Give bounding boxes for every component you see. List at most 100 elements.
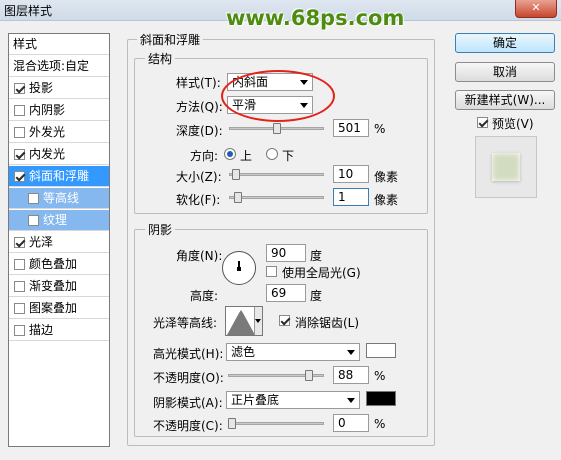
angle-unit: 度 [310,249,323,263]
close-button[interactable]: ✕ [515,0,557,18]
soften-slider-track[interactable] [229,196,324,199]
style-list-item[interactable]: 外发光 [9,122,109,143]
altitude-input[interactable]: 69 [266,284,306,302]
style-list-checkbox[interactable] [14,281,25,292]
cancel-button[interactable]: 取消 [455,62,555,82]
style-list-checkbox[interactable] [14,149,25,160]
chevron-down-icon [347,350,355,355]
shadow-color-swatch[interactable] [366,391,396,406]
style-list-item[interactable]: 纹理 [9,210,109,231]
style-list-checkbox[interactable] [14,171,25,182]
global-light-label: 使用全局光(G) [282,266,361,280]
style-list-label: 斜面和浮雕 [29,169,90,183]
style-list-checkbox[interactable] [14,325,25,336]
style-list-checkbox[interactable] [28,193,39,204]
highlight-opacity-unit: % [374,369,386,383]
soften-input[interactable]: 1 [333,188,369,206]
style-list-item[interactable]: 投影 [9,78,109,99]
soften-unit: 像素 [374,193,399,207]
soften-slider-thumb[interactable] [234,192,243,203]
style-list-item[interactable]: 渐变叠加 [9,276,109,297]
size-slider-thumb[interactable] [232,169,241,180]
style-list-header: 样式 [9,34,109,55]
style-list-item[interactable]: 混合选项:自定 [9,56,109,77]
style-list-checkbox[interactable] [14,237,25,248]
size-input[interactable]: 10 [333,165,369,183]
style-list-label: 内发光 [29,147,66,161]
style-list-label: 混合选项:自定 [13,59,90,73]
style-list-checkbox[interactable] [14,303,25,314]
highlight-annotation-ellipse [221,70,335,122]
new-style-button[interactable]: 新建样式(W)... [455,90,555,110]
angle-dial[interactable] [222,251,256,285]
shading-title: 阴影 [145,221,176,238]
shadow-opacity-track[interactable] [228,422,324,425]
highlight-opacity-thumb[interactable] [305,370,314,381]
window-title: 图层样式 [4,4,53,18]
style-list-label: 等高线 [43,191,80,205]
ok-button[interactable]: 确定 [455,33,555,53]
shadow-opacity-unit: % [374,417,386,431]
depth-unit: % [374,122,386,136]
size-unit: 像素 [374,170,399,184]
style-list-label: 投影 [29,81,54,95]
angle-input[interactable]: 90 [266,244,306,262]
style-list-checkbox[interactable] [14,105,25,116]
style-list-label: 描边 [29,323,54,337]
preview-label: 预览(V) [492,117,534,131]
watermark: www.68ps.com [226,6,405,30]
highlight-mode-select[interactable]: 滤色 [226,343,360,361]
style-list-label: 颜色叠加 [29,257,78,271]
direction-up-radio[interactable] [224,148,236,160]
style-label: 样式(T): [176,76,221,90]
style-list-label: 内阴影 [29,103,66,117]
style-list-item[interactable]: 等高线 [9,188,109,209]
preview-swatch [492,153,520,181]
highlight-opacity-input[interactable]: 88 [333,366,369,384]
bevel-section-title: 斜面和浮雕 [137,31,204,48]
chevron-down-icon [347,398,355,403]
highlight-mode-label: 高光模式(H): [153,347,224,361]
shadow-mode-label: 阴影模式(A): [153,396,223,410]
style-list-item[interactable]: 描边 [9,320,109,341]
shadow-mode-value: 正片叠底 [231,393,280,407]
gloss-contour-label: 光泽等高线: [153,316,218,330]
highlight-color-swatch[interactable] [366,343,396,358]
antialias-label: 消除锯齿(L) [295,316,360,330]
size-slider-track[interactable] [229,173,324,176]
style-list-item[interactable]: 图案叠加 [9,298,109,319]
shadow-opacity-input[interactable]: 0 [333,414,369,432]
shadow-opacity-label: 不透明度(C): [153,419,223,433]
contour-dropdown[interactable] [254,307,262,335]
style-list-item[interactable]: 内发光 [9,144,109,165]
style-list-label: 纹理 [43,213,68,227]
style-list-checkbox[interactable] [28,215,39,226]
style-list-item[interactable]: 颜色叠加 [9,254,109,275]
direction-down-radio[interactable] [266,148,278,160]
altitude-unit: 度 [310,289,323,303]
style-list-item[interactable]: 内阴影 [9,100,109,121]
gloss-contour-picker[interactable] [225,306,263,336]
style-list-label: 外发光 [29,125,66,139]
style-list-checkbox[interactable] [14,83,25,94]
shadow-mode-select[interactable]: 正片叠底 [226,391,360,409]
soften-label: 软化(F): [176,193,221,207]
highlight-opacity-label: 不透明度(O): [153,371,224,385]
depth-slider-thumb[interactable] [272,123,281,134]
antialias-checkbox[interactable] [279,315,290,326]
highlight-mode-value: 滤色 [231,345,256,359]
direction-down-label: 下 [282,149,295,163]
size-label: 大小(Z): [176,170,222,184]
style-list-checkbox[interactable] [14,259,25,270]
style-list-label: 光泽 [29,235,54,249]
style-list-checkbox[interactable] [14,127,25,138]
style-list-item[interactable]: 光泽 [9,232,109,253]
global-light-checkbox[interactable] [266,266,277,277]
technique-label: 方法(Q): [176,100,223,114]
chevron-down-icon [255,319,261,323]
preview-checkbox[interactable] [477,117,488,128]
shadow-opacity-thumb[interactable] [228,418,236,429]
depth-input[interactable]: 501 [333,119,369,137]
style-list-item[interactable]: 斜面和浮雕 [9,166,109,187]
style-list-label: 渐变叠加 [29,279,78,293]
